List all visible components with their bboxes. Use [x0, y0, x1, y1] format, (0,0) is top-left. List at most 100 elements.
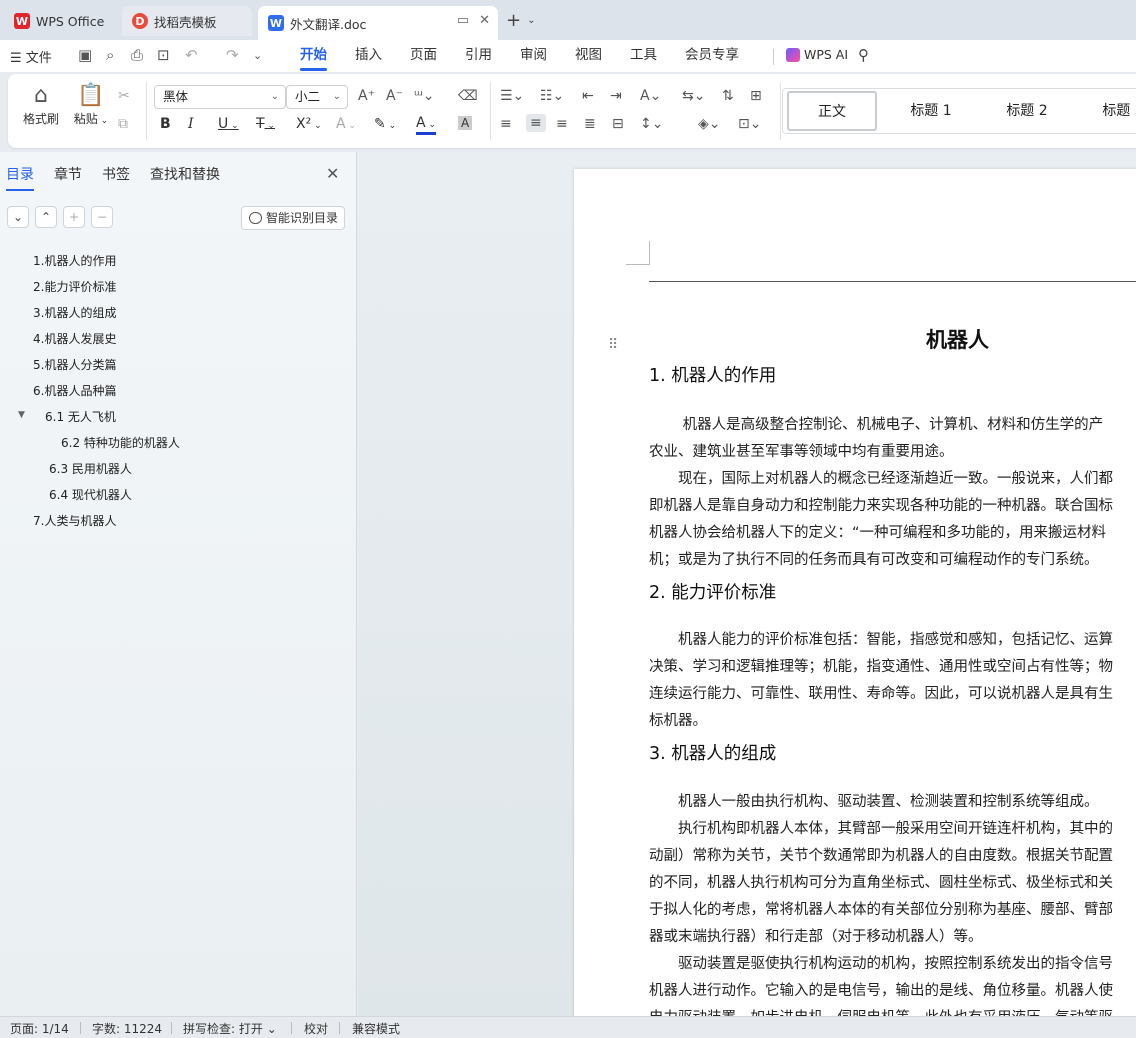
underline-icon[interactable]: U ⌄	[218, 116, 239, 132]
page-indicator[interactable]: 页面: 1/14	[10, 1020, 69, 1037]
style-heading-3[interactable]: 标题 3	[1077, 89, 1136, 133]
expand-all-button[interactable]: ⌄	[7, 206, 29, 228]
decrease-indent-icon[interactable]: ⇤	[582, 88, 594, 104]
hamburger-icon: ☰	[10, 51, 22, 66]
style-heading-1[interactable]: 标题 1	[885, 89, 977, 133]
close-tab-icon[interactable]: ✕	[479, 13, 490, 28]
sort-icon[interactable]: ⇅	[722, 88, 734, 104]
proofread-button[interactable]: 校对	[304, 1020, 328, 1037]
align-right-icon[interactable]: ≡	[556, 116, 568, 132]
tab-review[interactable]: 审阅	[506, 40, 561, 72]
toc-item[interactable]: 6.3 民用机器人	[49, 460, 132, 477]
toc-item[interactable]: 6.4 现代机器人	[49, 486, 132, 503]
tab-document[interactable]: W 外文翻译.doc ▭ ✕	[258, 6, 498, 40]
border-icon[interactable]: ⊡⌄	[738, 116, 761, 132]
line-spacing-icon[interactable]: ↕⌄	[640, 116, 663, 132]
new-tab-button[interactable]: + ⌄	[506, 10, 535, 31]
strikethrough-icon[interactable]: T ⌄	[256, 116, 275, 132]
char-shading-icon[interactable]: A	[458, 116, 473, 130]
show-marks-icon[interactable]: ⊞	[750, 88, 762, 104]
collapse-caret-icon[interactable]: ▼	[18, 410, 25, 420]
paste-button[interactable]: 📋 粘贴 ⌄	[66, 82, 116, 127]
nav-tab-bookmarks[interactable]: 书签	[102, 164, 130, 191]
toc-item[interactable]: 7.人类与机器人	[33, 512, 116, 529]
nav-tab-toc[interactable]: 目录	[6, 164, 34, 191]
tab-wps-office[interactable]: W WPS Office	[4, 6, 116, 36]
nav-tab-find-replace[interactable]: 查找和替换	[150, 164, 220, 191]
italic-icon[interactable]: I	[188, 116, 194, 132]
decrease-font-icon[interactable]: A⁻	[386, 88, 403, 104]
nav-tabs: 目录 章节 书签 查找和替换	[6, 164, 240, 191]
ribbon-divider	[146, 82, 147, 140]
window-mode-icon[interactable]: ▭	[457, 13, 469, 28]
spell-check-toggle[interactable]: 拼写检查: 打开 ⌄	[183, 1020, 277, 1037]
tab-tools[interactable]: 工具	[616, 40, 671, 72]
print-preview-icon[interactable]: ⊡	[157, 46, 170, 64]
ribbon-tabs: 开始 插入 页面 引用 审阅 视图 工具 会员专享	[286, 40, 753, 72]
paragraph-line: 驱动装置是驱使执行机构运动的机构，按照控制系统发出的指令信号	[649, 956, 1113, 972]
close-icon[interactable]: ✕	[326, 164, 339, 183]
paragraph-line: 决策、学习和逻辑推理等；机能，指变通性、通用性或空间占有性等；物	[649, 659, 1113, 675]
font-name-select[interactable]: 黑体 ⌄	[154, 85, 286, 109]
word-count[interactable]: 字数: 11224	[92, 1020, 162, 1037]
smart-toc-button[interactable]: 智能识别目录	[241, 206, 345, 230]
bold-icon[interactable]: B	[160, 116, 171, 132]
drag-handle-icon[interactable]: ⠿	[608, 337, 618, 353]
tab-page[interactable]: 页面	[396, 40, 451, 72]
clear-format-icon[interactable]: ⌫	[458, 88, 478, 104]
tab-template[interactable]: D 找稻壳模板	[122, 6, 252, 36]
line-break-icon[interactable]: ⇆⌄	[682, 88, 705, 104]
phonetic-guide-icon[interactable]: ᵚ⌄	[414, 88, 434, 104]
redo-icon[interactable]: ↷	[226, 46, 239, 64]
distributed-icon[interactable]: ⊟	[612, 116, 624, 132]
format-painter-button[interactable]: ⌂ 格式刷	[18, 82, 64, 127]
highlight-icon[interactable]: ✎ ⌄	[374, 116, 396, 132]
demote-level-button[interactable]: −	[91, 206, 113, 228]
toc-item[interactable]: 4.机器人发展史	[33, 330, 116, 347]
tab-view[interactable]: 视图	[561, 40, 616, 72]
toc-item[interactable]: 5.机器人分类篇	[33, 356, 116, 373]
increase-indent-icon[interactable]: ⇥	[610, 88, 622, 104]
align-left-icon[interactable]: ≡	[500, 116, 512, 132]
numbered-list-icon[interactable]: ☷⌄	[540, 88, 564, 104]
text-direction-icon[interactable]: A⌄	[640, 88, 661, 104]
collapse-all-button[interactable]: ⌃	[35, 206, 57, 228]
undo-icon[interactable]: ↶	[185, 46, 198, 64]
save-icon[interactable]: ▣	[78, 46, 92, 64]
toc-item[interactable]: 6.1 无人飞机	[45, 408, 116, 425]
paragraph-line: 电力驱动装置，如步进电机、伺服电机等，此外也有采用液压、气动等驱	[649, 1005, 1113, 1016]
style-heading-2[interactable]: 标题 2	[981, 89, 1073, 133]
tab-references[interactable]: 引用	[451, 40, 506, 72]
shading-icon[interactable]: ◈⌄	[698, 116, 721, 132]
export-icon[interactable]: ⌕	[106, 46, 114, 64]
superscript-icon[interactable]: X² ⌄	[296, 116, 322, 132]
toc-item[interactable]: 3.机器人的组成	[33, 304, 116, 321]
font-color-icon[interactable]: A ⌄	[416, 116, 436, 135]
wps-ai-button[interactable]: WPS AI	[786, 47, 848, 62]
cut-icon[interactable]: ✂	[118, 88, 130, 104]
text-effect-icon[interactable]: A ⌄	[336, 116, 356, 132]
font-size-select[interactable]: 小二 ⌄	[286, 85, 348, 109]
align-center-icon[interactable]: ≡	[526, 114, 546, 132]
search-icon[interactable]: ⚲	[858, 46, 869, 64]
justify-icon[interactable]: ≣	[584, 116, 596, 132]
nav-tab-chapters[interactable]: 章节	[54, 164, 82, 191]
toc-item[interactable]: 1.机器人的作用	[33, 252, 116, 269]
style-normal[interactable]: 正文	[787, 91, 877, 131]
promote-level-button[interactable]: +	[63, 206, 85, 228]
more-dropdown-icon[interactable]: ⌄	[253, 49, 262, 62]
tab-insert[interactable]: 插入	[341, 40, 396, 72]
toc-item[interactable]: 6.机器人品种篇	[33, 382, 116, 399]
paragraph-line: 机器人进行动作。它输入的是电信号，输出的是线、角位移量。机器人使	[649, 983, 1113, 999]
file-menu-button[interactable]: ☰ 文件	[10, 47, 52, 66]
document-page[interactable]: ⠿ 机器人 1. 机器人的作用 机器人是高级整合控制论、机械电子、计算机、材料和…	[574, 169, 1136, 1016]
tab-home[interactable]: 开始	[286, 40, 341, 72]
toc-item[interactable]: 6.2 特种功能的机器人	[61, 434, 180, 451]
tab-member[interactable]: 会员专享	[671, 40, 753, 72]
toc-item[interactable]: 2.能力评价标准	[33, 278, 116, 295]
increase-font-icon[interactable]: A⁺	[358, 88, 375, 104]
bullet-list-icon[interactable]: ☰⌄	[500, 88, 524, 104]
print-icon[interactable]: ⎙	[131, 46, 143, 64]
copy-icon[interactable]: ⧉	[118, 116, 128, 132]
paragraph-line: 机器人一般由执行机构、驱动装置、检测装置和控制系统等组成。	[649, 794, 1099, 810]
